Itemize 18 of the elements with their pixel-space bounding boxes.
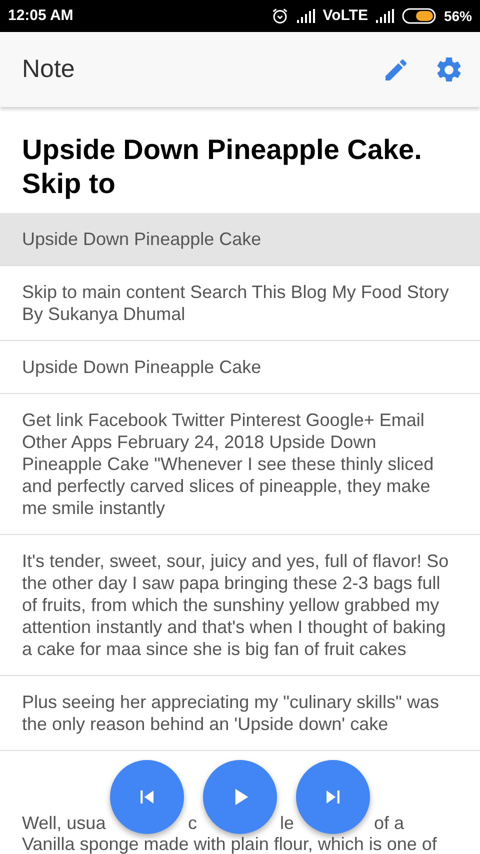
- paragraph-fragment: le: [280, 813, 294, 834]
- paragraph-fragment: of a: [374, 813, 404, 834]
- app-title: Note: [22, 54, 75, 85]
- play-button[interactable]: [203, 760, 277, 834]
- signal-icon: [296, 9, 315, 23]
- note-title: Upside Down Pineapple Cake. Skip to: [21, 133, 423, 201]
- paragraph-fragment: c: [188, 813, 197, 834]
- status-time: 12:05 AM: [8, 6, 74, 26]
- battery-percent: 56%: [444, 6, 472, 26]
- alarm-icon: [270, 7, 289, 25]
- signal-icon: [376, 9, 394, 23]
- battery-icon: [402, 8, 436, 24]
- previous-button[interactable]: [110, 760, 184, 834]
- paragraph-line: Vanilla sponge made with plain flour, which is one of: [22, 834, 437, 854]
- next-button[interactable]: [296, 760, 370, 834]
- note-paragraph[interactable]: Upside Down Pineapple Cake: [0, 213, 480, 266]
- paragraph-fragment: Well, usua: [22, 813, 106, 834]
- network-label: VoLTE: [322, 6, 368, 26]
